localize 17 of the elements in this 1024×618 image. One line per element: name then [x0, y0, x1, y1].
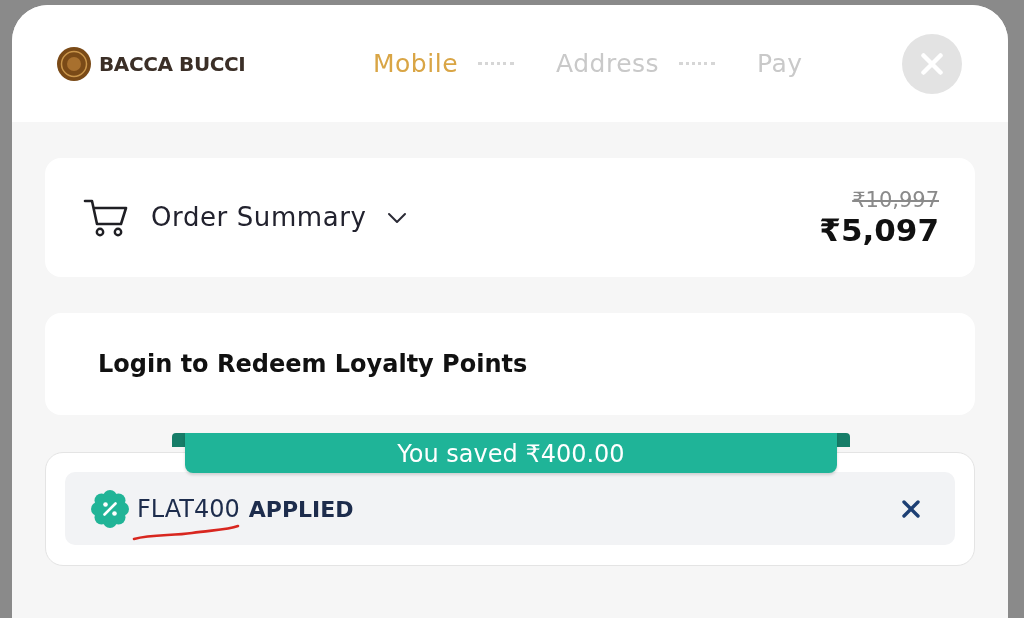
order-summary-title: Order Summary	[151, 201, 367, 234]
shopping-cart-icon	[83, 197, 129, 238]
savings-ribbon: You saved ₹400.00	[172, 433, 850, 474]
brand-name: BACCA BUCCI	[99, 50, 246, 78]
checkout-step[interactable]: Mobile	[373, 44, 458, 83]
discounted-price: ₹5,097	[819, 214, 939, 246]
original-price: ₹10,997	[852, 189, 939, 211]
coupon-status: APPLIED	[248, 495, 354, 524]
order-summary-card[interactable]: Order Summary ₹10,997 ₹5,097	[45, 158, 975, 277]
brand-logo-icon	[57, 46, 91, 81]
coupon-code: FLAT400	[137, 493, 240, 525]
loyalty-card[interactable]: Login to Redeem Loyalty Points	[45, 313, 975, 415]
close-icon	[901, 498, 921, 519]
loyalty-login-text: Login to Redeem Loyalty Points	[98, 349, 528, 380]
discount-badge-icon	[91, 489, 129, 528]
scribble-underline-icon	[132, 523, 240, 542]
close-icon	[921, 52, 943, 75]
